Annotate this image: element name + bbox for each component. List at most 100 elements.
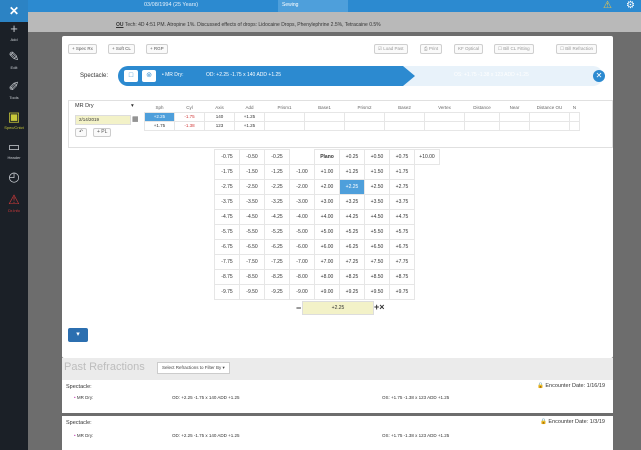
picker-cell[interactable]: -9.75 [214,284,240,300]
tab-sewing[interactable]: Sewing [278,0,348,12]
picker-cell[interactable]: -8.00 [289,269,315,285]
sidebar-item-drinfo[interactable]: ⚠ Dr.Info [0,193,28,214]
picker-cell[interactable]: +7.00 [314,254,340,270]
expand-button[interactable]: ▾ [68,328,88,342]
picker-cell[interactable]: +6.50 [364,239,390,255]
picker-cell[interactable]: +8.25 [339,269,365,285]
minus-icon[interactable]: − [296,303,301,313]
od-n[interactable] [569,111,580,122]
od-add[interactable]: +1.25 [234,111,265,122]
load-past-button[interactable]: ☑ Load Past [374,44,408,54]
sidebar-item-edit[interactable]: ✎ Edit [0,50,28,71]
picker-cell[interactable]: -8.50 [239,269,265,285]
sidebar-item-specs[interactable]: ▣ Spec/Cntct [0,110,28,131]
os-vertex[interactable] [424,120,465,131]
picker-cell[interactable]: -5.00 [289,224,315,240]
picker-cell[interactable]: +0.25 [339,149,365,165]
od-axis[interactable]: 140 [204,111,235,122]
picker-cell[interactable]: +0.75 [389,149,415,165]
os-add[interactable]: +1.25 [234,120,265,131]
picker-cell[interactable]: +3.50 [364,194,390,210]
os-cyl[interactable]: -1.38 [174,120,205,131]
picker-cell[interactable]: +2.75 [389,179,415,195]
os-n[interactable] [569,120,580,131]
picker-cell[interactable]: +0.50 [364,149,390,165]
od-cyl[interactable]: -1.75 [174,111,205,122]
picker-cell[interactable]: +7.50 [364,254,390,270]
picker-cell[interactable]: -6.25 [264,239,290,255]
picker-cell[interactable]: +1.25 [339,164,365,180]
picker-cell[interactable]: +6.25 [339,239,365,255]
picker-cell[interactable]: +4.75 [389,209,415,225]
picker-cell[interactable]: -5.50 [239,224,265,240]
picker-cell[interactable]: -4.50 [239,209,265,225]
picker-cell[interactable]: +7.25 [339,254,365,270]
os-sph[interactable]: +1.75 [144,120,175,131]
warning-icon[interactable]: ⚠ [603,0,612,11]
picker-cell[interactable]: -9.00 [289,284,315,300]
picker-cell[interactable]: -8.75 [214,269,240,285]
od-vertex[interactable] [424,111,465,122]
od-near[interactable] [499,111,530,122]
copy-icon[interactable]: □ [124,70,138,82]
picker-cell[interactable]: -4.75 [214,209,240,225]
refraction-filter-select[interactable]: Select Refractions to Filter By ▾ [157,362,230,374]
close-icon[interactable]: ✕ [593,70,605,82]
sidebar-item-history[interactable]: ◴ [0,170,28,184]
os-axis[interactable]: 123 [204,120,235,131]
picker-cell[interactable]: +9.25 [339,284,365,300]
od-base1[interactable] [304,111,345,122]
picker-cell[interactable]: +2.50 [364,179,390,195]
spectacle-summary-bar[interactable]: □ ⊚ • MR Dry: OD: +2.25 -1.75 x 140 ADD … [118,66,605,86]
spec-rx-button[interactable]: + Spec Rx [68,44,97,54]
os-distance-ou[interactable] [529,120,570,131]
picker-cell[interactable]: +8.50 [364,269,390,285]
picker-cell[interactable]: -7.75 [214,254,240,270]
picker-cell[interactable]: -1.75 [214,164,240,180]
picker-cell[interactable]: -5.75 [214,224,240,240]
od-prism1[interactable] [264,111,305,122]
picker-cell[interactable]: +9.75 [389,284,415,300]
undo-button[interactable]: ↶ [75,128,88,137]
picker-cell[interactable]: -3.50 [239,194,265,210]
picker-cell[interactable]: -6.75 [214,239,240,255]
os-base2[interactable] [384,120,425,131]
add-pl-button[interactable]: + PL [93,128,112,137]
picker-cell[interactable]: -9.50 [239,284,265,300]
picker-cell[interactable]: +3.00 [314,194,340,210]
glasses-icon[interactable]: ⊚ [142,70,156,82]
picker-cell[interactable]: -4.25 [264,209,290,225]
print-button[interactable]: ⎙ Print [420,44,443,54]
picker-cell[interactable]: -1.50 [239,164,265,180]
picker-cell[interactable]: +1.75 [389,164,415,180]
os-distance[interactable] [464,120,500,131]
od-base2[interactable] [384,111,425,122]
picker-cell[interactable]: +5.75 [389,224,415,240]
od-prism2[interactable] [344,111,385,122]
picker-cell[interactable]: -7.00 [289,254,315,270]
picker-cell[interactable]: -2.75 [214,179,240,195]
rx-type-select[interactable]: MR Dry ▾ [75,103,139,112]
picker-cell[interactable]: +4.25 [339,209,365,225]
picker-cell[interactable]: +3.75 [389,194,415,210]
gear-icon[interactable]: ⚙ [626,0,635,11]
bill-refraction-button[interactable]: ☐ Bill Refraction [556,44,598,54]
picker-cell[interactable]: -3.75 [214,194,240,210]
picker-cell[interactable]: +7.75 [389,254,415,270]
picker-cell[interactable]: -5.25 [264,224,290,240]
os-prism1[interactable] [264,120,305,131]
picker-cell[interactable]: -7.50 [239,254,265,270]
picker-cell[interactable]: -4.00 [289,209,315,225]
sidebar-item-header[interactable]: ▭ Header [0,140,28,161]
past-refraction-card[interactable]: Spectacle: 🔒 Encounter Date: 1/16/19 • M… [62,380,613,413]
sidebar-item-tools[interactable]: ✐ Tools [0,80,28,101]
picker-cell[interactable]: -8.25 [264,269,290,285]
rx-date-field[interactable]: 2/14/2019 [75,115,131,125]
picker-cell[interactable]: -0.50 [239,149,265,165]
picker-cell[interactable]: +8.00 [314,269,340,285]
os-base1[interactable] [304,120,345,131]
od-sph[interactable]: +2.25 [144,111,175,122]
past-refraction-card[interactable]: Spectacle: 🔒 Encounter Date: 1/3/19 • MR… [62,416,613,450]
picker-cell[interactable]: -7.25 [264,254,290,270]
picker-cell[interactable]: +1.50 [364,164,390,180]
